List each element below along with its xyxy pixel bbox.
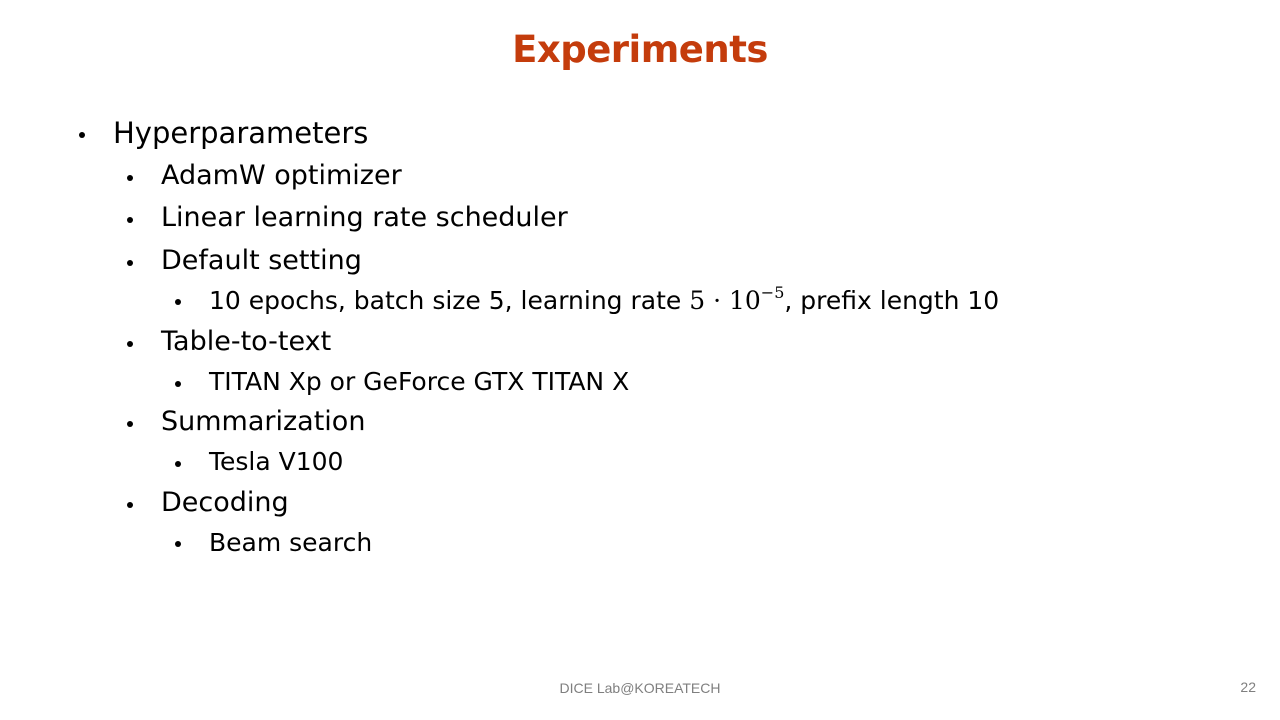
list-item-decoding: Decoding xyxy=(161,487,289,518)
list-item-default-setting: Default setting xyxy=(161,245,362,276)
slide-title: Experiments xyxy=(512,28,768,71)
list-item-scheduler: Linear learning rate scheduler xyxy=(161,202,568,233)
bullet-dot xyxy=(175,541,181,547)
list-item-adamw: AdamW optimizer xyxy=(161,160,402,191)
bullet-dot xyxy=(175,299,181,305)
learning-rate-base: 5 · 10 xyxy=(689,286,761,315)
bullet-dot xyxy=(127,502,133,508)
learning-rate-exponent: −5 xyxy=(760,283,785,302)
bullet-dot xyxy=(127,260,133,266)
list-item-default-detail: 10 epochs, batch size 5, learning rate 5… xyxy=(209,283,1000,316)
default-detail-suffix: , prefix length 10 xyxy=(784,286,1000,315)
slide-footer: DICE Lab@KOREATECH xyxy=(559,680,721,696)
bullet-dot xyxy=(175,461,181,467)
bullet-dot xyxy=(127,175,133,181)
list-item-table-to-text-gpu: TITAN Xp or GeForce GTX TITAN X xyxy=(209,367,630,396)
list-item-table-to-text: Table-to-text xyxy=(161,326,332,357)
bullet-dot xyxy=(79,132,85,138)
list-item-hyperparameters: Hyperparameters xyxy=(113,116,369,150)
page-number: 22 xyxy=(1240,679,1256,695)
list-item-summarization: Summarization xyxy=(161,406,366,437)
default-detail-prefix: 10 epochs, batch size 5, learning rate xyxy=(209,286,690,315)
list-item-summarization-gpu: Tesla V100 xyxy=(209,447,344,476)
bullet-dot xyxy=(127,341,133,347)
bullet-dot xyxy=(127,217,133,223)
bullet-dot xyxy=(175,381,181,387)
learning-rate-math: 5 · 10−5 xyxy=(689,283,785,316)
bullet-dot xyxy=(127,421,133,427)
list-item-decoding-method: Beam search xyxy=(209,528,373,557)
